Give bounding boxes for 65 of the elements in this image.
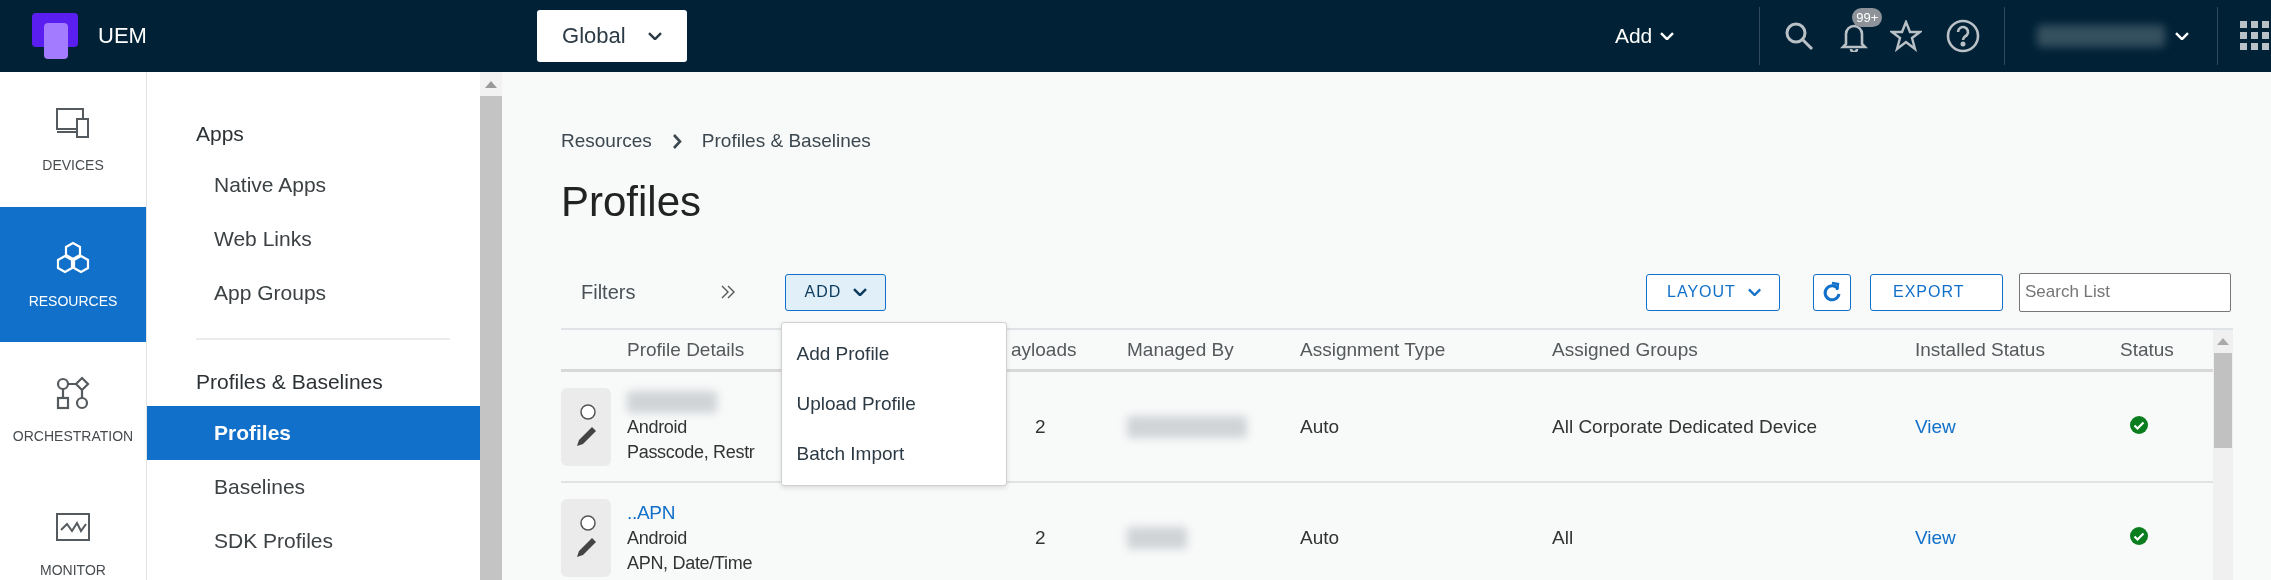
column-header[interactable]: Status	[2120, 338, 2213, 361]
sidebar-item[interactable]: Native Apps	[147, 158, 480, 212]
table-cell-text: Auto	[1300, 526, 1341, 549]
scroll-up-arrow-icon[interactable]	[485, 80, 497, 88]
table-cell-text: Auto	[1300, 415, 1341, 438]
menu-item[interactable]: Batch Import	[782, 428, 1007, 479]
refresh-icon	[1822, 281, 1842, 303]
layout-button[interactable]: LAYOUT	[1646, 273, 1780, 311]
filters-label[interactable]: Filters	[581, 280, 636, 304]
help-icon[interactable]	[1946, 19, 1981, 53]
sidebar-item[interactable]: Profiles	[147, 406, 480, 460]
profile-platform: Android	[627, 527, 687, 549]
chevron-down-icon	[2175, 31, 2190, 41]
export-button[interactable]: EXPORT	[1870, 273, 2003, 311]
table-cell-text: 2	[1034, 526, 1047, 549]
column-header[interactable]: Installed Status	[1915, 338, 2120, 361]
notification-badge: 99+	[1852, 8, 1883, 27]
chart-monitor-icon	[55, 511, 91, 544]
view-link[interactable]: View	[1915, 526, 1956, 549]
column-header[interactable]: Assignment Type	[1300, 338, 1552, 361]
product-name: UEM	[98, 23, 147, 49]
add-menu[interactable]: Add	[1614, 24, 1675, 48]
column-header[interactable]: Assigned Groups	[1552, 338, 1915, 361]
double-chevron-right-icon[interactable]	[721, 285, 736, 299]
breadcrumb-link[interactable]: Resources	[561, 130, 652, 152]
menu-item[interactable]: Add Profile	[782, 328, 1007, 379]
column-header[interactable]: Managed By	[1127, 338, 1300, 361]
chevron-right-icon	[671, 133, 682, 149]
profile-payload-types: APN, Date/Time	[627, 552, 753, 574]
sidebar-item[interactable]: SDK Profiles	[147, 514, 480, 568]
devices-icon	[55, 106, 91, 139]
profile-payload-types: Passcode, Restr	[627, 441, 755, 463]
add-button[interactable]: ADD	[785, 273, 887, 311]
chevron-down-icon	[1660, 31, 1675, 41]
sidebar-item[interactable]: Web Links	[147, 212, 480, 266]
breadcrumb-current: Profiles & Baselines	[701, 130, 871, 152]
chevron-down-icon	[1747, 287, 1761, 297]
sidebar-item[interactable]: Baselines	[147, 460, 480, 514]
edit-button[interactable]	[561, 387, 611, 466]
refresh-button[interactable]	[1813, 273, 1851, 311]
sidebar-scrollbar[interactable]	[480, 72, 502, 580]
view-link[interactable]: View	[1915, 415, 1956, 438]
menu-item[interactable]: Upload Profile	[782, 378, 1007, 429]
page-title: Profiles	[561, 178, 703, 226]
search-list-field[interactable]: Search List	[2019, 272, 2231, 312]
table-scrollbar[interactable]	[2213, 330, 2233, 580]
sidebar-group-title: Profiles & Baselines	[195, 369, 384, 395]
workflow-icon	[56, 375, 90, 410]
profile-name-link[interactable]: ..APN	[627, 501, 676, 524]
app-grid-icon[interactable]	[2240, 21, 2271, 51]
sidebar-item[interactable]: App Groups	[147, 266, 480, 320]
table-cell-text: 2	[1034, 415, 1047, 438]
table-cell-text: All Corporate Dedicated Device	[1552, 415, 1819, 438]
blurred-managed-by	[1127, 526, 1187, 549]
star-icon[interactable]	[1890, 20, 1923, 52]
table-cell-text: All	[1552, 526, 1575, 549]
profile-platform: Android	[627, 416, 687, 438]
cubes-icon	[55, 240, 91, 275]
edit-button[interactable]	[561, 498, 611, 577]
search-icon[interactable]	[1784, 21, 1815, 51]
chevron-down-icon	[647, 31, 662, 41]
sidebar-group-title: Apps	[195, 121, 245, 147]
chevron-down-icon	[853, 287, 868, 297]
scope-dropdown[interactable]: Global	[536, 10, 687, 62]
nav-rail-item[interactable]: RESOURCES	[0, 207, 146, 342]
